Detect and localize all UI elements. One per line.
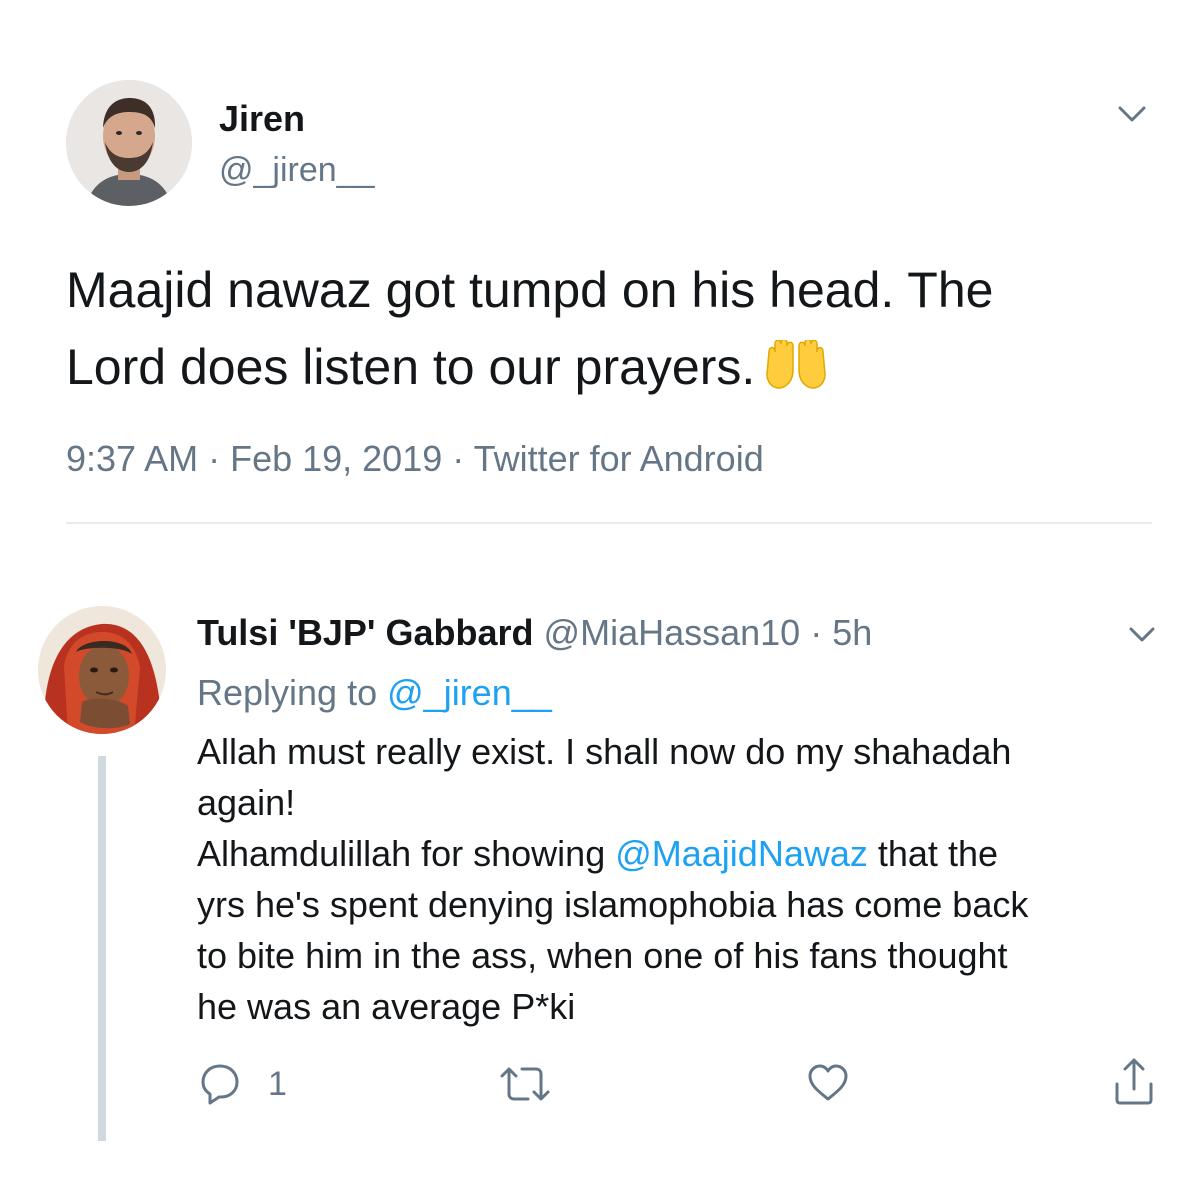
- reply-username-handle[interactable]: @MiaHassan10: [544, 612, 801, 653]
- divider: [66, 522, 1152, 524]
- separator-dot: ·: [810, 612, 823, 653]
- tweet-text: Maajid nawaz got tumpd on his head. The …: [66, 252, 1156, 406]
- reply-text: Allah must really exist. I shall now do …: [197, 726, 1167, 1032]
- tweet-text-line: Maajid nawaz got tumpd on his head. The: [66, 262, 994, 318]
- comment-count: 1: [268, 1065, 287, 1103]
- replying-to: Replying to @_jiren__: [197, 670, 552, 716]
- reply-text-line: he was an average P*ki: [197, 986, 576, 1027]
- reply-display-name[interactable]: Tulsi 'BJP' Gabbard: [197, 612, 534, 653]
- reply-text-fragment: Alhamdulillah for showing: [197, 833, 606, 874]
- replying-to-label: Replying to: [197, 672, 378, 713]
- username-handle[interactable]: @_jiren__: [219, 150, 375, 190]
- heart-icon[interactable]: [806, 1061, 850, 1105]
- share-icon[interactable]: [1112, 1056, 1156, 1105]
- reply-text-line: to bite him in the ass, when one of his …: [197, 935, 1008, 976]
- raising-hands-emoji-icon: [763, 335, 829, 389]
- reply-text-line: Alhamdulillah for showing @MaajidNawaz t…: [197, 828, 1167, 879]
- avatar[interactable]: [66, 80, 192, 206]
- reply-text-line: Allah must really exist. I shall now do …: [197, 731, 1012, 772]
- thread-line: [98, 756, 106, 1141]
- display-name[interactable]: Jiren: [219, 98, 305, 140]
- profile-photo-icon: [66, 80, 192, 206]
- tweet-text-line: Lord does listen to our prayers.: [66, 329, 1156, 406]
- reply-comment-icon[interactable]: [198, 1061, 242, 1105]
- chevron-down-icon[interactable]: [1112, 94, 1152, 134]
- profile-photo-icon: [38, 606, 166, 734]
- tweet-timestamp[interactable]: 9:37 AM · Feb 19, 2019 · Twitter for And…: [66, 437, 764, 481]
- retweet-icon[interactable]: [498, 1062, 552, 1106]
- mention-link[interactable]: @MaajidNawaz: [615, 833, 868, 874]
- replying-to-handle-link[interactable]: @_jiren__: [387, 672, 552, 713]
- reply-text-line: yrs he's spent denying islamophobia has …: [197, 884, 1029, 925]
- reply-time-ago[interactable]: 5h: [832, 612, 872, 653]
- reply-text-fragment: that the: [877, 833, 998, 874]
- chevron-down-icon[interactable]: [1124, 616, 1160, 652]
- reply-header: Tulsi 'BJP' Gabbard @MiaHassan10 · 5h: [197, 611, 872, 655]
- tweet-text-fragment: Lord does listen to our prayers.: [66, 339, 756, 395]
- avatar[interactable]: [38, 606, 166, 734]
- reply-text-line: again!: [197, 782, 296, 823]
